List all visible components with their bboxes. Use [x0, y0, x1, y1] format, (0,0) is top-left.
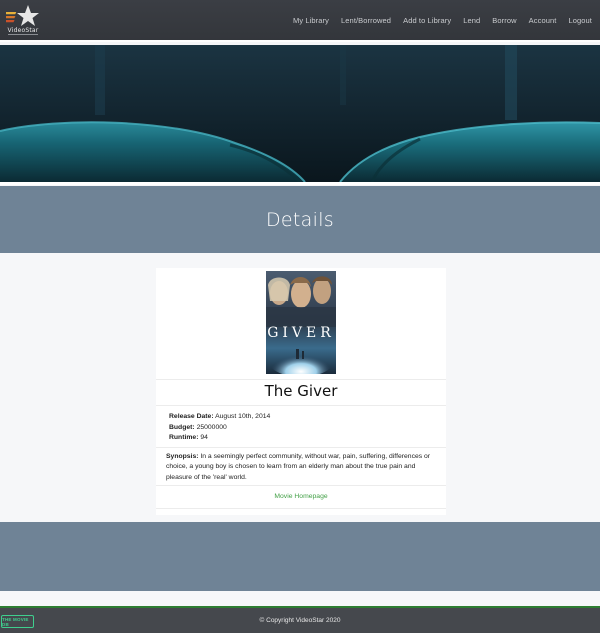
movie-title: The Giver	[264, 382, 338, 400]
poster-title-text: GIVER	[267, 325, 335, 341]
budget-value: 25000000	[196, 423, 227, 431]
movie-facts: Release Date: August 10th, 2014 Budget: …	[169, 412, 270, 444]
poster-image	[266, 271, 336, 374]
movie-homepage-link[interactable]: Movie Homepage	[156, 493, 446, 500]
budget-label: Budget:	[169, 423, 195, 431]
card-divider	[156, 485, 446, 486]
runtime-value: 94	[200, 434, 208, 441]
lower-band	[0, 522, 600, 591]
runtime-row: Runtime: 94	[169, 433, 270, 444]
card-divider	[156, 508, 446, 509]
movie-details-card: GIVER The Giver Release Date: August 10t…	[156, 268, 446, 515]
card-divider	[156, 379, 446, 380]
nav-lent-borrowed[interactable]: Lent/Borrowed	[341, 16, 391, 25]
tmdb-logo-badge[interactable]: THE MOVIE DB	[1, 615, 34, 628]
navbar: VideoStar My Library Lent/Borrowed Add t…	[0, 0, 600, 40]
nav-add-to-library[interactable]: Add to Library	[403, 16, 451, 25]
card-divider	[156, 405, 446, 406]
synopsis-text: In a seemingly perfect community, withou…	[166, 453, 431, 481]
brand-logo[interactable]: VideoStar	[1, 4, 40, 36]
nav-account[interactable]: Account	[529, 16, 557, 25]
movie-synopsis: Synopsis: In a seemingly perfect communi…	[166, 452, 438, 483]
nav-borrow[interactable]: Borrow	[492, 16, 516, 25]
cinema-seats-image	[0, 45, 600, 182]
movie-poster: GIVER	[266, 271, 336, 374]
page-title: Details	[266, 208, 334, 231]
nav-links: My Library Lent/Borrowed Add to Library …	[281, 0, 592, 40]
budget-row: Budget: 25000000	[169, 423, 270, 434]
hero-banner-image	[0, 45, 600, 182]
star-logo-icon	[1, 5, 39, 26]
navbar-divider	[0, 40, 600, 42]
synopsis-label: Synopsis:	[166, 453, 199, 460]
hero-divider	[0, 182, 600, 185]
release-date-row: Release Date: August 10th, 2014	[169, 412, 270, 423]
footer-copyright: © Copyright VideoStar 2020	[259, 617, 341, 624]
footer: © Copyright VideoStar 2020	[0, 608, 600, 633]
brand-tagline-rule	[8, 34, 38, 35]
card-divider	[156, 447, 446, 448]
runtime-label: Runtime:	[169, 434, 199, 441]
details-header-band: Details	[0, 186, 600, 253]
release-date-label: Release Date:	[169, 413, 214, 420]
brand-name: VideoStar	[7, 27, 39, 34]
release-date-value: August 10th, 2014	[215, 413, 271, 420]
nav-logout[interactable]: Logout	[568, 16, 592, 25]
nav-my-library[interactable]: My Library	[293, 16, 329, 25]
nav-lend[interactable]: Lend	[463, 16, 480, 25]
